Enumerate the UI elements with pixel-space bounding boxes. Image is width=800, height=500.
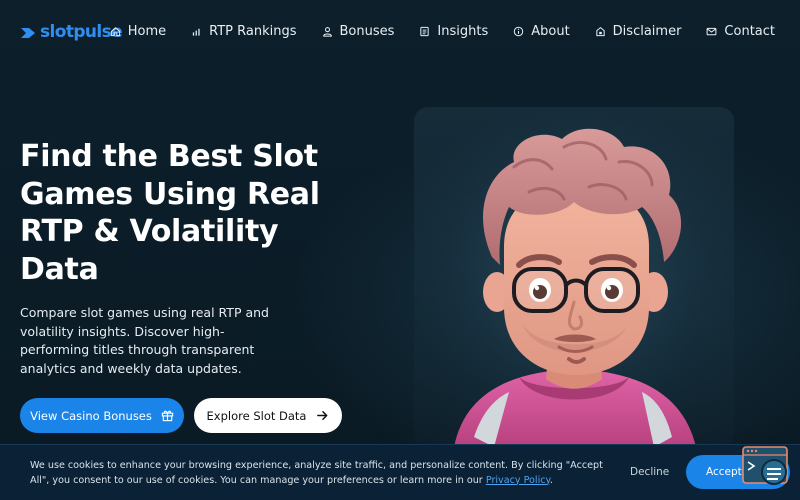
document-icon [420, 26, 430, 37]
mail-icon [707, 27, 717, 36]
cookie-message: We use cookies to enhance your browsing … [30, 459, 620, 488]
cookie-banner: We use cookies to enhance your browsing … [0, 444, 800, 500]
nav-label: About [531, 24, 570, 39]
gift-icon [161, 410, 174, 422]
explore-slot-data-button[interactable]: Explore Slot Data [194, 398, 342, 433]
nav-label: Insights [437, 24, 489, 39]
hero-illustration [414, 107, 734, 447]
nav-item-home[interactable]: Home [110, 24, 166, 39]
accessibility-widget[interactable] [742, 446, 790, 488]
privacy-policy-link[interactable]: Privacy Policy [486, 475, 550, 486]
main-nav: Home RTP Rankings Bonuses Insights About… [110, 24, 775, 39]
button-label: View Casino Bonuses [30, 408, 152, 423]
nav-item-contact[interactable]: Contact [706, 24, 775, 39]
nav-item-bonuses[interactable]: Bonuses [322, 24, 395, 39]
nav-item-disclaimer[interactable]: Disclaimer [595, 24, 682, 39]
cookie-period: . [549, 474, 553, 486]
brand-logo[interactable]: slotpulse [20, 22, 123, 42]
info-icon [514, 26, 524, 37]
lock-icon [596, 27, 605, 37]
nav-item-insights[interactable]: Insights [419, 24, 488, 39]
button-label: Explore Slot Data [206, 408, 307, 423]
arrow-right-icon [317, 411, 328, 420]
nav-label: Disclaimer [612, 24, 682, 39]
hero-title: Find the Best Slot Games Using Real RTP … [20, 139, 320, 287]
nav-label: Contact [724, 24, 775, 39]
nav-item-rtp-rankings[interactable]: RTP Rankings [191, 24, 297, 39]
view-casino-bonuses-button[interactable]: View Casino Bonuses [20, 398, 184, 433]
avatar-illustration [414, 107, 734, 447]
nav-label: RTP Rankings [209, 24, 297, 39]
bar-chart-icon [192, 28, 200, 36]
site-header: slotpulse Home RTP Rankings Bonuses Insi… [0, 0, 800, 66]
nav-item-about[interactable]: About [513, 24, 570, 39]
decline-button[interactable]: Decline [630, 466, 669, 478]
widget-icon [742, 446, 788, 485]
logo-icon [21, 28, 35, 38]
nav-label: Bonuses [339, 24, 395, 39]
user-icon [322, 27, 332, 37]
hero-description: Compare slot games using real RTP and vo… [20, 305, 269, 376]
home-icon [110, 27, 120, 37]
nav-label: Home [127, 24, 167, 39]
